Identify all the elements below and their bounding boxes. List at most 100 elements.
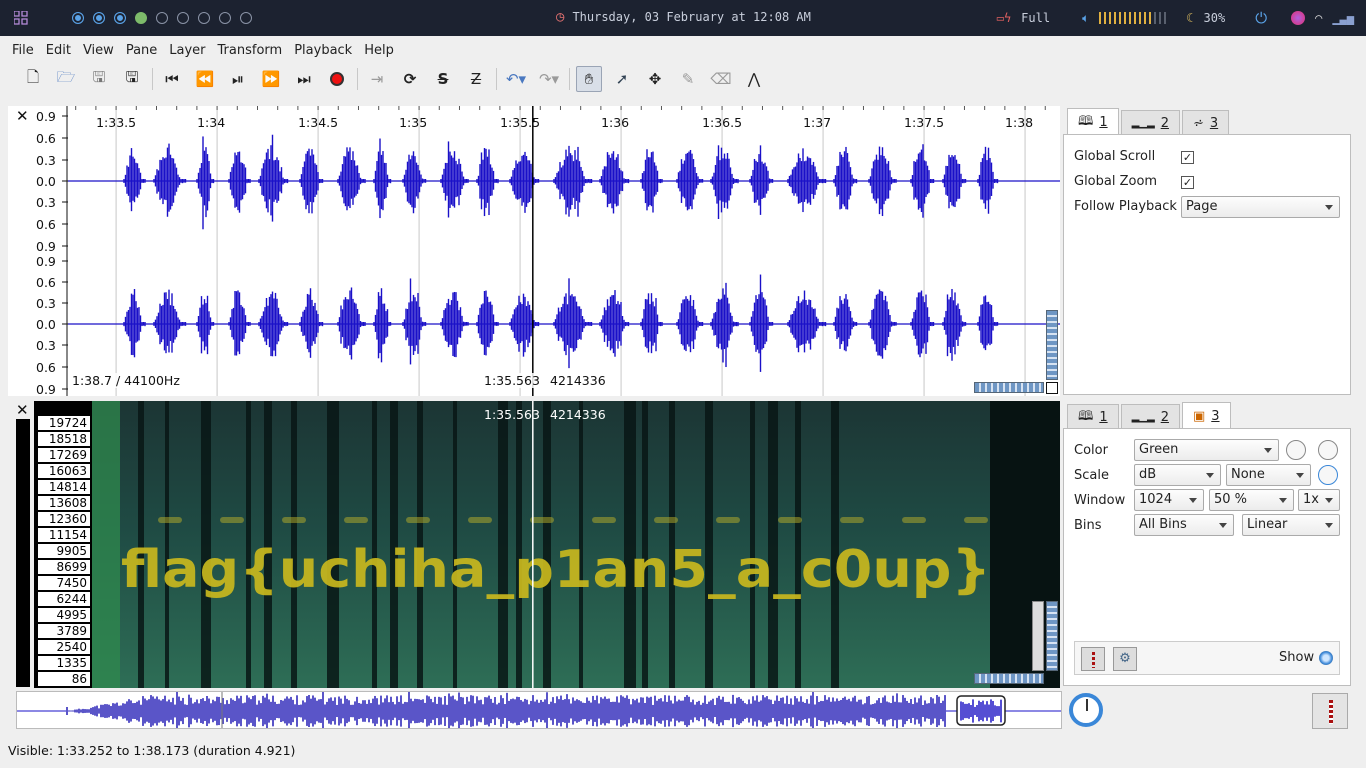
volume-icon[interactable]: 🔈︎ xyxy=(1082,11,1089,26)
colour-rotation-knob[interactable] xyxy=(1286,440,1306,460)
toolbar: 🗋 🗁 🖫 🖫 ⏮ ⏪ ⏯ ⏩ ⏭ ⇥ ⟳ S Z ↶▾ ↷▾ ✋︎ ➚ ✥ ✎… xyxy=(6,62,1360,96)
scale-select[interactable]: dB xyxy=(1134,464,1221,486)
follow-playback-row: Follow Playback xyxy=(1074,199,1177,214)
vertical-zoom-slider[interactable] xyxy=(1032,601,1044,671)
menu-view[interactable]: View xyxy=(77,43,120,58)
select-arrow-icon[interactable]: ➚ xyxy=(609,66,635,92)
spectrogram-harmonic xyxy=(592,517,616,523)
redo-icon[interactable]: ↷▾ xyxy=(536,66,562,92)
horizontal-zoom-slider[interactable] xyxy=(974,382,1044,393)
rewind-icon[interactable]: ⏪ xyxy=(192,66,218,92)
workspace-dot[interactable] xyxy=(156,12,168,24)
overview-strip[interactable] xyxy=(16,691,1062,729)
new-file-icon[interactable]: 🗋 xyxy=(20,66,46,92)
level-meter-button[interactable] xyxy=(1312,693,1348,729)
tab-layer-1[interactable]: 🕮 1 xyxy=(1067,404,1119,430)
threshold-knob[interactable] xyxy=(1318,440,1338,460)
measure-icon[interactable]: ⋀ xyxy=(741,66,767,92)
tab-label: 1 xyxy=(1099,115,1108,130)
close-pane-icon[interactable]: ✕ xyxy=(16,107,29,125)
erase-icon[interactable]: ⌫ xyxy=(708,66,734,92)
volume-bar xyxy=(1124,12,1127,24)
normalize-select[interactable]: None xyxy=(1226,464,1311,486)
tab-layer-2[interactable]: ▂▁▂ 2 xyxy=(1120,110,1180,136)
workspace-dot[interactable] xyxy=(198,12,210,24)
menu-transform[interactable]: Transform xyxy=(212,43,289,58)
navigate-hand-icon[interactable]: ✋︎ xyxy=(576,66,602,92)
play-gain-button[interactable] xyxy=(1081,647,1105,671)
gain-slider[interactable] xyxy=(1046,601,1058,671)
menu-edit[interactable]: Edit xyxy=(40,43,77,58)
menu-pane[interactable]: Pane xyxy=(120,43,163,58)
play-selection-icon[interactable]: ⇥ xyxy=(364,66,390,92)
workspace-dot[interactable] xyxy=(114,12,126,24)
vertical-zoom-slider[interactable] xyxy=(1046,310,1058,380)
spectrogram-view[interactable]: flag{uchiha_p1an5_a_c0up} xyxy=(8,401,1060,688)
volume-level[interactable] xyxy=(1099,12,1167,24)
loop-icon[interactable]: ⟳ xyxy=(397,66,423,92)
menu-help[interactable]: Help xyxy=(358,43,400,58)
amplitude-label: 0.6 xyxy=(36,131,56,146)
app-grid-icon[interactable] xyxy=(14,11,28,25)
menu-file[interactable]: File xyxy=(6,43,40,58)
plugin-settings-button[interactable]: ⚙ xyxy=(1113,647,1137,671)
follow-playback-select[interactable]: Page xyxy=(1181,196,1340,218)
tab-layer-2[interactable]: ▂▁▂ 2 xyxy=(1120,404,1180,430)
open-folder-icon[interactable]: 🗁 xyxy=(53,66,79,92)
save-as-icon[interactable]: 🖫 xyxy=(119,66,145,92)
bins-select[interactable]: All Bins xyxy=(1134,514,1234,536)
amplitude-label: 0.6 xyxy=(36,275,56,290)
window-overlap-select[interactable]: 50 % xyxy=(1209,489,1294,511)
workspace-dot[interactable] xyxy=(219,12,231,24)
window-zoom-select[interactable]: 1x xyxy=(1298,489,1340,511)
waveform-pane[interactable]: 0.9 0.6 0.3 0.0 0.3 0.6 0.9 0.9 0.6 0.3 0.0 0.3 0.6 0… xyxy=(8,106,1060,396)
spectrogram-pane[interactable]: flag{uchiha_p1an5_a_c0up} ✕ 19724 18518 17… xyxy=(8,401,1060,688)
tab-layer-3[interactable]: ⩫ 3 xyxy=(1181,110,1230,136)
ruler-icon: ▂▁▂ xyxy=(1131,118,1155,129)
workspace-dot[interactable] xyxy=(240,12,252,24)
show-toggle[interactable] xyxy=(1319,651,1333,665)
window-size-select[interactable]: 1024 xyxy=(1134,489,1204,511)
power-icon[interactable]: ⏻ xyxy=(1255,9,1267,27)
save-icon[interactable]: 🖫 xyxy=(86,66,112,92)
volume-bar xyxy=(1154,12,1157,24)
workspace-dot[interactable] xyxy=(177,12,189,24)
playback-speed-dial[interactable] xyxy=(1069,693,1103,727)
move-icon[interactable]: ✥ xyxy=(642,66,668,92)
waveform-view[interactable]: 0.90.60.30.00.30.60.90.90.60.30.00.30.60… xyxy=(8,106,1060,396)
undo-icon[interactable]: ↶▾ xyxy=(503,66,529,92)
horizontal-zoom-slider[interactable] xyxy=(974,673,1044,684)
constrain-icon[interactable]: S xyxy=(430,66,456,92)
color-select[interactable]: Green xyxy=(1134,439,1279,461)
tab-layer-1[interactable]: 🕮 1 xyxy=(1067,108,1119,136)
tab-layer-3[interactable]: ▣ 3 xyxy=(1181,402,1231,430)
bins-scale-select[interactable]: Linear xyxy=(1242,514,1340,536)
menu-playback[interactable]: Playback xyxy=(288,43,358,58)
play-pause-icon[interactable]: ⏯ xyxy=(225,66,251,92)
draw-icon[interactable]: ✎ xyxy=(675,66,701,92)
volume-bar xyxy=(1164,12,1167,24)
close-pane-icon[interactable]: ✕ xyxy=(16,401,29,419)
record-icon[interactable] xyxy=(324,66,350,92)
workspace-dot[interactable] xyxy=(72,12,84,24)
app-tray-icon[interactable] xyxy=(1291,11,1306,25)
wifi-icon[interactable]: ◠ xyxy=(1315,11,1322,25)
signal-icon[interactable]: ▁▃▅ xyxy=(1332,11,1354,25)
workspace-dot[interactable] xyxy=(135,12,147,24)
frequency-scale: 19724 18518 17269 16063 14814 13608 12360 11154… xyxy=(34,401,92,688)
amplitude-label: 0.9 xyxy=(36,239,56,254)
normalize-icon[interactable]: Z xyxy=(463,66,489,92)
gain-knob[interactable] xyxy=(1318,465,1338,485)
skip-end-icon[interactable]: ⏭ xyxy=(291,66,317,92)
skip-start-icon[interactable]: ⏮ xyxy=(159,66,185,92)
zoom-reset-box[interactable] xyxy=(1046,382,1058,394)
fast-forward-icon[interactable]: ⏩ xyxy=(258,66,284,92)
menu-layer[interactable]: Layer xyxy=(163,43,211,58)
overview-waveform[interactable] xyxy=(17,692,1062,729)
workspace-dot[interactable] xyxy=(93,12,105,24)
global-zoom-checkbox[interactable]: ✓ xyxy=(1181,176,1194,189)
frequency-label: 17269 xyxy=(38,448,90,462)
frequency-label: 9905 xyxy=(38,544,90,558)
global-scroll-checkbox[interactable]: ✓ xyxy=(1181,151,1194,164)
frequency-label: 14814 xyxy=(38,480,90,494)
